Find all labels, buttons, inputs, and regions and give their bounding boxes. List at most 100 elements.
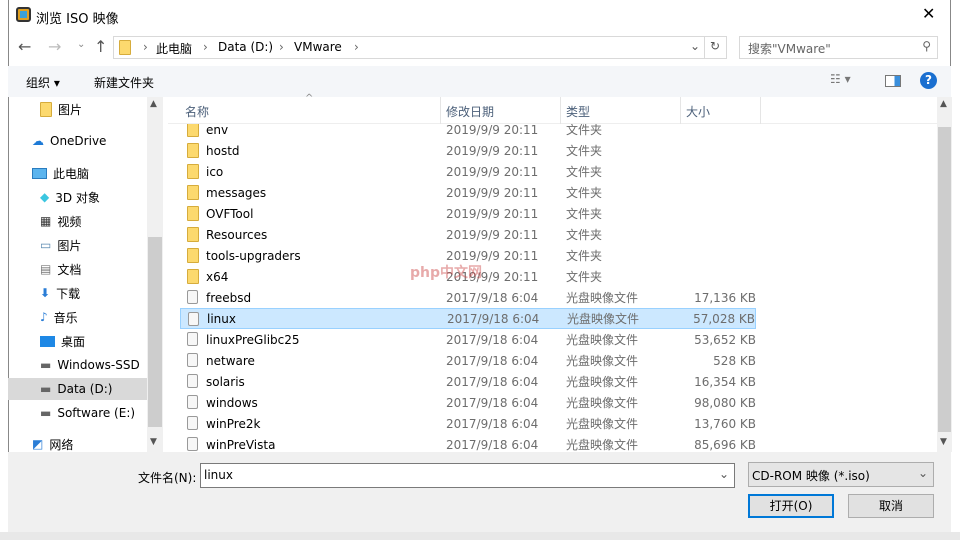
divider[interactable] (560, 97, 561, 124)
up-icon[interactable]: ↑ (94, 37, 107, 56)
file-type: 光盘映像文件 (566, 354, 639, 368)
nav-item[interactable]: ⬇ 下载 (40, 282, 80, 304)
file-name: winPreVista (206, 437, 276, 452)
file-type: 光盘映像文件 (566, 417, 639, 431)
nav-item[interactable]: 图片 (40, 98, 82, 120)
app-icon (16, 7, 31, 22)
file-row[interactable]: freebsd 2017/9/18 6:04 光盘映像文件 17,136 KB (180, 287, 756, 308)
cancel-button[interactable]: 取消 (848, 494, 934, 518)
scroll-up-icon[interactable]: ▲ (150, 99, 157, 109)
nav-item[interactable]: ♪ 音乐 (40, 306, 78, 328)
nav-item[interactable]: ▬ Software (E:) (40, 402, 135, 424)
preview-pane-icon[interactable] (885, 75, 901, 87)
column-size[interactable]: 大小 (686, 103, 710, 120)
close-button[interactable]: ✕ (922, 4, 935, 23)
open-button[interactable]: 打开(O) (748, 494, 834, 518)
file-name: linux (207, 311, 236, 326)
folder-icon (187, 164, 199, 179)
network-icon: ◩ (32, 437, 44, 451)
file-name: solaris (206, 374, 245, 389)
breadcrumb-data-d[interactable]: Data (D:) (218, 40, 273, 54)
recent-dropdown-icon[interactable]: ⌄ (77, 39, 85, 50)
scroll-up-icon[interactable]: ▲ (940, 99, 947, 109)
folder-icon (187, 248, 199, 263)
search-input[interactable]: 搜索"VMware" ⚲ (739, 36, 938, 59)
file-name: messages (206, 185, 267, 200)
scroll-down-icon[interactable]: ▼ (940, 437, 947, 447)
breadcrumb-vmware[interactable]: VMware (294, 40, 342, 54)
file-type: 文件夹 (566, 270, 603, 284)
chevron-down-icon[interactable]: ⌄ (719, 467, 729, 481)
column-name[interactable]: 名称 (185, 103, 209, 120)
filename-label: 文件名(N): (138, 471, 197, 485)
address-bar[interactable]: › 此电脑 › Data (D:) › VMware › ⌄ ↻ (113, 36, 727, 59)
address-dropdown-icon[interactable]: ⌄ (690, 39, 700, 53)
file-row[interactable]: messages 2019/9/9 20:11 文件夹 (180, 182, 756, 203)
file-size: 528 KB (713, 353, 756, 368)
file-type: 文件夹 (566, 144, 603, 158)
file-date: 2017/9/18 6:04 (446, 395, 539, 410)
nav-item-data-d[interactable]: ▬ Data (D:) (8, 378, 147, 400)
file-type-select[interactable]: CD-ROM 映像 (*.iso) ⌄ (748, 462, 934, 487)
file-row[interactable]: Resources 2019/9/9 20:11 文件夹 (180, 224, 756, 245)
file-row[interactable]: ico 2019/9/9 20:11 文件夹 (180, 161, 756, 182)
nav-item[interactable]: 桌面 (40, 330, 85, 352)
column-date[interactable]: 修改日期 (446, 103, 494, 120)
toolbar: 组织 ▾ 新建文件夹 ☷ ▾ ? (8, 66, 951, 97)
file-size: 85,696 KB (694, 437, 756, 452)
nav-scrollbar[interactable]: ▲ ▼ (147, 97, 163, 452)
nav-label: Data (D:) (57, 382, 113, 396)
filename-input[interactable]: linux ⌄ (200, 463, 735, 488)
breadcrumb-this-pc[interactable]: 此电脑 (156, 40, 192, 57)
view-options-icon[interactable]: ☷ ▾ (830, 72, 851, 86)
file-row[interactable]: windows 2017/9/18 6:04 光盘映像文件 98,080 KB (180, 392, 756, 413)
divider[interactable] (680, 97, 681, 124)
nav-label: OneDrive (50, 134, 107, 148)
forward-icon[interactable]: → (48, 37, 61, 56)
scroll-down-icon[interactable]: ▼ (150, 437, 157, 447)
new-folder-button[interactable]: 新建文件夹 (94, 74, 154, 91)
column-header: ^ 名称 修改日期 类型 大小 (168, 93, 938, 124)
file-name: linuxPreGlibc25 (206, 332, 300, 347)
file-type-value: CD-ROM 映像 (*.iso) (752, 469, 870, 483)
file-row[interactable]: hostd 2019/9/9 20:11 文件夹 (180, 140, 756, 161)
file-row[interactable]: netware 2017/9/18 6:04 光盘映像文件 528 KB (180, 350, 756, 371)
file-row[interactable]: solaris 2017/9/18 6:04 光盘映像文件 16,354 KB (180, 371, 756, 392)
drive-icon: ▬ (40, 358, 52, 372)
nav-label: 视频 (57, 214, 82, 229)
nav-item[interactable]: ▦ 视频 (40, 210, 81, 232)
file-row[interactable]: linuxPreGlibc25 2017/9/18 6:04 光盘映像文件 53,65… (180, 329, 756, 350)
nav-item-this-pc[interactable]: 此电脑 (32, 162, 89, 184)
file-row[interactable]: OVFTool 2019/9/9 20:11 文件夹 (180, 203, 756, 224)
divider[interactable] (440, 97, 441, 124)
organize-button[interactable]: 组织 ▾ (26, 74, 60, 91)
nav-label: 桌面 (61, 334, 86, 349)
nav-item[interactable]: ▬ Windows-SSD (40, 354, 140, 376)
file-row[interactable]: winPreVista 2017/9/18 6:04 光盘映像文件 85,696 KB (180, 434, 756, 452)
divider[interactable] (760, 97, 761, 124)
file-row[interactable]: linux 2017/9/18 6:04 光盘映像文件 57,028 KB (180, 308, 756, 329)
back-icon[interactable]: ← (18, 37, 31, 56)
file-size: 17,136 KB (694, 290, 756, 305)
scrollbar-thumb[interactable] (148, 237, 162, 427)
scrollbar-thumb[interactable] (938, 127, 951, 432)
file-row[interactable]: env 2019/9/9 20:11 文件夹 (180, 124, 756, 140)
column-type[interactable]: 类型 (566, 103, 590, 120)
nav-label: 图片 (57, 238, 82, 253)
nav-item[interactable]: ▭ 图片 (40, 234, 81, 256)
help-icon[interactable]: ? (920, 72, 937, 89)
nav-item[interactable]: ▤ 文档 (40, 258, 81, 280)
file-name: netware (206, 353, 255, 368)
nav-item[interactable]: ◆ 3D 对象 (40, 186, 100, 208)
chevron-icon: › (279, 40, 284, 54)
folder-icon (40, 101, 52, 117)
desktop-icon (40, 335, 55, 347)
file-name: ico (206, 164, 224, 179)
file-scrollbar[interactable]: ▲ ▼ (937, 97, 952, 452)
refresh-icon[interactable]: ↻ (710, 39, 720, 53)
file-row[interactable]: winPre2k 2017/9/18 6:04 光盘映像文件 13,760 KB (180, 413, 756, 434)
filename-value: linux (204, 468, 233, 482)
file-date: 2019/9/9 20:11 (446, 227, 539, 242)
nav-item-onedrive[interactable]: ☁ OneDrive (32, 130, 106, 152)
file-type: 文件夹 (566, 165, 603, 179)
